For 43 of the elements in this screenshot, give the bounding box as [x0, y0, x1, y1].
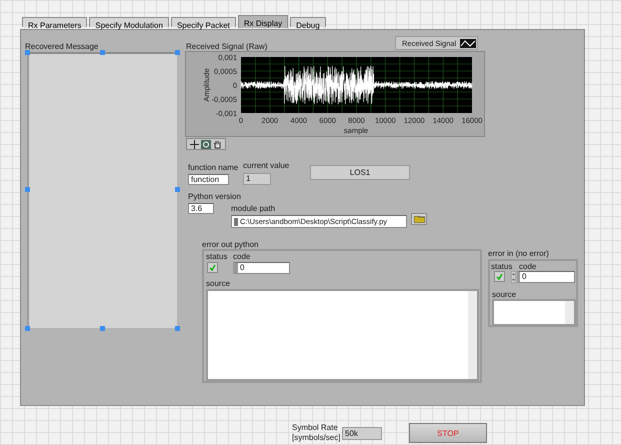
- resize-handle[interactable]: [25, 50, 30, 55]
- source-textarea[interactable]: [206, 289, 479, 381]
- resize-handle[interactable]: [25, 326, 30, 331]
- folder-icon: [414, 216, 424, 222]
- tab[interactable]: Rx Parameters: [22, 17, 88, 27]
- value-indicator: 1: [243, 173, 271, 185]
- field-label: current value: [243, 161, 290, 171]
- value-indicator: 50k: [342, 427, 382, 440]
- source-textarea[interactable]: [492, 299, 576, 326]
- tab[interactable]: Rx Display: [238, 15, 288, 28]
- field-label: Symbol Rate [symbols/sec]: [292, 423, 342, 443]
- text-field[interactable]: function: [188, 174, 229, 185]
- cluster-label: error out python: [202, 240, 258, 250]
- code-field[interactable]: 0: [233, 262, 290, 274]
- field-label: source: [206, 279, 230, 289]
- line-sample-icon: [460, 38, 476, 48]
- code-field[interactable]: 0: [517, 271, 575, 283]
- graph-title: Received Signal (Raw): [186, 42, 268, 52]
- scrollbar[interactable]: [468, 291, 477, 379]
- scrollbar[interactable]: [565, 301, 574, 324]
- field-label: status: [206, 252, 228, 262]
- resize-handle[interactable]: [100, 50, 105, 55]
- field-label: Recovered Message: [25, 42, 98, 52]
- resize-handle[interactable]: [100, 326, 105, 331]
- string-indicator: LOS1: [310, 165, 410, 180]
- browse-button[interactable]: [411, 213, 427, 225]
- resize-handle[interactable]: [175, 326, 180, 331]
- zoom-icon[interactable]: [201, 140, 211, 148]
- resize-handle[interactable]: [25, 187, 30, 192]
- text-field[interactable]: 3.6: [188, 203, 214, 214]
- field-label: Python version: [188, 192, 241, 202]
- field-label: code: [233, 252, 250, 262]
- field-label: function name: [188, 163, 238, 173]
- resize-handle[interactable]: [175, 50, 180, 55]
- hand-icon[interactable]: [213, 140, 222, 148]
- crosshair-icon[interactable]: [190, 140, 199, 148]
- field-label: module path: [231, 204, 276, 214]
- field-label: status: [491, 262, 512, 272]
- field-label: source: [492, 290, 516, 300]
- resize-handle[interactable]: [175, 187, 180, 192]
- field-label: code: [519, 262, 536, 272]
- cluster-label: error in (no error): [488, 249, 549, 259]
- spinner-icon[interactable]: [511, 271, 516, 283]
